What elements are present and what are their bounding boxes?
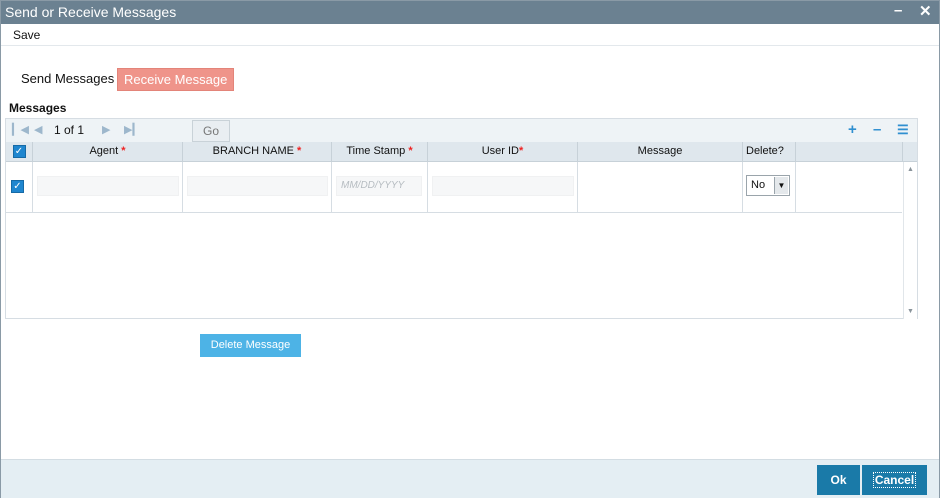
tab-receive-message[interactable]: Receive Message [117,68,235,91]
close-icon[interactable]: ✕ [919,2,932,20]
delete-select[interactable]: No ▼ [746,175,790,196]
messages-section-label: Messages [9,101,67,115]
cancel-button[interactable]: Cancel [862,465,927,495]
title-bar: Send or Receive Messages – ✕ [1,1,939,24]
message-cell[interactable] [578,162,743,212]
row-checkbox[interactable]: ✓ [11,180,24,193]
delete-cell: No ▼ [743,162,796,212]
tab-send-messages[interactable]: Send Messages [15,68,121,91]
col-filler [796,142,903,162]
user-id-field[interactable] [432,176,574,196]
cancel-button-label: Cancel [872,472,917,488]
required-marker: * [121,145,126,157]
scroll-down-icon[interactable]: ▼ [907,308,914,315]
table-header: ✓ Agent * BRANCH NAME * Time Stamp * Use… [6,142,917,162]
add-row-icon[interactable]: + [848,121,857,138]
go-button[interactable]: Go [192,120,230,142]
next-page-icon[interactable]: ▶ [102,123,110,136]
col-delete[interactable]: Delete? [743,142,796,162]
scroll-up-icon[interactable]: ▲ [907,166,914,173]
menu-bar: Save [1,24,939,46]
required-marker: * [408,145,413,157]
remove-row-icon[interactable]: – [873,121,881,138]
ok-button[interactable]: Ok [817,465,860,495]
agent-cell [33,162,183,212]
time-stamp-cell: MM/DD/YYYY [332,162,428,212]
send-receive-messages-window: Send or Receive Messages – ✕ Save Send M… [0,0,940,498]
save-menu-item[interactable]: Save [13,28,40,42]
messages-grid: ▎◀ ◀ 1 of 1 ▶ ▶▎ Go + – ☰ ✓ Agent * BRAN… [5,118,918,319]
minimize-icon[interactable]: – [894,2,902,19]
branch-name-field[interactable] [187,176,328,196]
col-branch-name[interactable]: BRANCH NAME * [183,142,332,162]
last-page-icon[interactable]: ▶▎ [124,123,141,136]
col-user-id-label: User ID [481,145,519,157]
prev-page-icon[interactable]: ◀ [34,123,42,136]
list-view-icon[interactable]: ☰ [897,122,909,138]
col-message-label: Message [637,145,683,157]
required-marker: * [297,145,302,157]
first-page-icon[interactable]: ▎◀ [12,123,29,136]
row-select-cell: ✓ [6,162,33,212]
vertical-scrollbar[interactable]: ▲ ▼ [903,162,917,319]
dialog-footer: Ok Cancel [1,459,939,498]
col-delete-label: Delete? [746,145,784,157]
time-stamp-field[interactable]: MM/DD/YYYY [336,176,422,196]
user-id-cell [428,162,578,212]
col-time-stamp-label: Time Stamp [346,145,406,157]
select-all-cell: ✓ [6,142,33,162]
col-time-stamp[interactable]: Time Stamp * [332,142,428,162]
col-user-id[interactable]: User ID* [428,142,578,162]
col-agent[interactable]: Agent * [33,142,183,162]
agent-field[interactable] [37,176,179,196]
delete-select-value: No [751,179,766,191]
required-marker: * [519,145,524,157]
delete-message-button[interactable]: Delete Message [200,334,301,357]
col-branch-name-label: BRANCH NAME [212,145,294,157]
window-title: Send or Receive Messages [5,4,177,20]
table-row: ✓ MM/DD/YYYY No ▼ [6,162,902,213]
branch-name-cell [183,162,332,212]
chevron-down-icon: ▼ [774,177,788,194]
col-message[interactable]: Message [578,142,743,162]
select-all-checkbox[interactable]: ✓ [12,145,26,158]
page-indicator: 1 of 1 [54,123,85,137]
grid-pager: ▎◀ ◀ 1 of 1 ▶ ▶▎ Go + – ☰ [6,119,917,142]
filler-cell [796,162,902,212]
col-agent-label: Agent [89,145,119,157]
